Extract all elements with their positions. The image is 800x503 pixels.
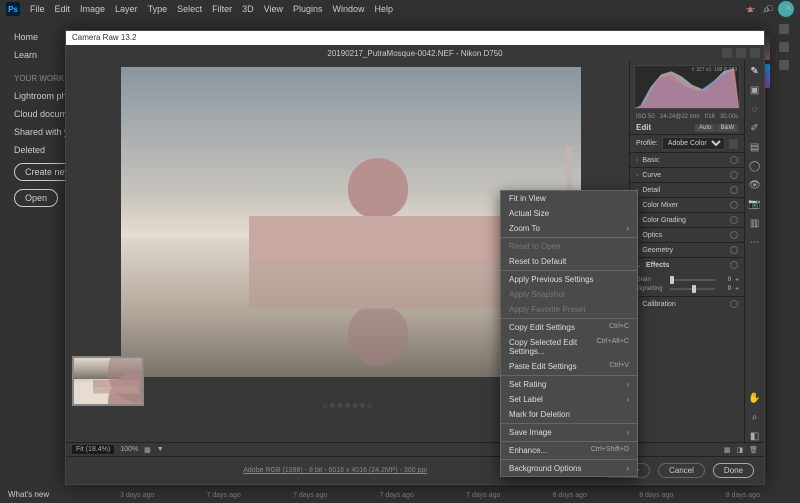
gear-icon[interactable] [736, 48, 746, 58]
menu-layer[interactable]: Layer [115, 4, 138, 14]
profile-label: Profile: [636, 140, 658, 147]
histogram[interactable]: f: 327 x1: 198 R:293 [634, 65, 740, 109]
grid-view-icon[interactable]: ▦ [724, 446, 731, 454]
menu-image[interactable]: Image [80, 4, 105, 14]
ctx-rating[interactable]: Set Rating› [501, 377, 637, 392]
acc-basic[interactable]: ›Basic [630, 152, 744, 167]
panel-icon[interactable] [779, 42, 789, 52]
vignette-slider[interactable] [670, 288, 715, 290]
ctx-zoomto[interactable]: Zoom To› [501, 221, 637, 236]
fullscreen-icon[interactable] [750, 48, 760, 58]
ctx-apply-prev[interactable]: Apply Previous Settings [501, 272, 637, 287]
acc-optics[interactable]: ›Optics [630, 227, 744, 242]
ctx-reset-default[interactable]: Reset to Default [501, 254, 637, 269]
ctx-copy[interactable]: Copy Edit SettingsCtrl+C [501, 320, 637, 335]
camera-raw-dialog: Camera Raw 13.2 20190217_PutraMosque-004… [65, 30, 765, 485]
close-icon[interactable]: ✕ [784, 3, 792, 14]
more-icon[interactable]: ⋯ [749, 236, 761, 248]
radial-tool-icon[interactable]: ◯ [749, 160, 761, 172]
acc-curve[interactable]: ›Curve [630, 167, 744, 182]
window-controls: — □ ✕ [738, 0, 800, 17]
toggle-tool-icon[interactable]: ◧ [749, 430, 761, 442]
grain-slider[interactable] [670, 279, 715, 281]
app-menubar: Ps File Edit Image Layer Type Select Fil… [0, 0, 800, 18]
maximize-icon[interactable]: □ [767, 3, 772, 14]
acc-geometry[interactable]: ›Geometry [630, 242, 744, 257]
profile-browser-icon[interactable] [729, 139, 738, 149]
acr-footer: Adobe RGB (1998) - 8 bit - 6016 x 4016 (… [66, 456, 764, 484]
ctx-mark-delete[interactable]: Mark for Deletion [501, 407, 637, 422]
trash-icon[interactable]: 🗑 [749, 446, 758, 454]
ctx-reset-open: Reset to Open [501, 239, 637, 254]
menu-plugins[interactable]: Plugins [293, 4, 323, 14]
edit-tool-icon[interactable]: ✎ [749, 65, 761, 77]
ctx-actual[interactable]: Actual Size [501, 206, 637, 221]
hand-tool-icon[interactable]: ✋ [749, 392, 761, 404]
menu-help[interactable]: Help [375, 4, 394, 14]
presets-icon[interactable]: ▥ [749, 217, 761, 229]
menu-window[interactable]: Window [333, 4, 365, 14]
minimize-icon[interactable]: — [746, 3, 755, 14]
grain-label: Grain [636, 277, 666, 283]
crop-tool-icon[interactable]: ▣ [749, 84, 761, 96]
open-button[interactable]: Open [14, 189, 58, 207]
menu-type[interactable]: Type [148, 4, 168, 14]
edit-panel: f: 327 x1: 198 R:293 ISO 5024-24@22 mmf/… [630, 61, 744, 442]
acr-toolstrip: ✎ ▣ ◌ ✐ ▤ ◯ 👁 📷 ▥ ⋯ ✋ ⌕ ◧ [744, 61, 764, 442]
menu-file[interactable]: File [30, 4, 45, 14]
filmstrip-thumb[interactable] [72, 356, 144, 406]
whats-new-link[interactable]: What's new [8, 490, 49, 499]
zoom-100[interactable]: 100% [120, 446, 138, 453]
acc-calibration[interactable]: ›Calibration [630, 296, 744, 311]
auto-button[interactable]: Auto [695, 124, 715, 132]
redeye-tool-icon[interactable]: 👁 [749, 179, 761, 191]
zoom-tool-icon[interactable]: ⌕ [749, 411, 761, 423]
fit-dropdown[interactable]: Fit (18.4%) [72, 445, 114, 454]
context-menu: Fit in View Actual Size Zoom To› Reset t… [500, 190, 638, 477]
filmstrip-toggle-icon[interactable]: ▦ [144, 446, 151, 454]
ctx-apply-fav: Apply Favorite Preset [501, 302, 637, 317]
brush-tool-icon[interactable]: ✐ [749, 122, 761, 134]
ctx-save[interactable]: Save Image› [501, 425, 637, 440]
ctx-label[interactable]: Set Label› [501, 392, 637, 407]
cancel-button[interactable]: Cancel [658, 463, 705, 478]
menu-3d[interactable]: 3D [242, 4, 254, 14]
gradient-tool-icon[interactable]: ▤ [749, 141, 761, 153]
recent-timeline: 3 days ago7 days ago7 days ago7 days ago… [120, 492, 760, 499]
filter-icon[interactable]: ▼ [157, 446, 164, 453]
acr-filename: 20190217_PutraMosque-0042.NEF - Nikon D7… [327, 49, 502, 58]
right-dock [768, 18, 800, 478]
acr-status-bar: Fit (18.4%) 100% ▦ ▼ ▦ ◨ 🗑 [66, 442, 764, 456]
ctx-enhance[interactable]: Enhance...Ctrl+Shift+D [501, 443, 637, 458]
ps-logo: Ps [6, 2, 20, 16]
done-button[interactable]: Done [713, 463, 754, 478]
profile-select[interactable]: Adobe Color [662, 137, 725, 150]
ctx-apply-snap: Apply Snapshot [501, 287, 637, 302]
acc-effects[interactable]: ⌄Effects [630, 257, 744, 272]
ctx-copy-sel[interactable]: Copy Selected Edit Settings...Ctrl+Alt+C [501, 335, 637, 359]
acc-colormixer[interactable]: ›Color Mixer [630, 197, 744, 212]
acr-file-header: 20190217_PutraMosque-0042.NEF - Nikon D7… [66, 45, 764, 61]
panel-icon[interactable] [779, 24, 789, 34]
acc-detail[interactable]: ›Detail [630, 182, 744, 197]
toggle-icon[interactable] [722, 48, 732, 58]
menu-edit[interactable]: Edit [55, 4, 71, 14]
ctx-paste[interactable]: Paste Edit SettingsCtrl+V [501, 359, 637, 374]
snapshot-tool-icon[interactable]: 📷 [749, 198, 761, 210]
ctx-fit[interactable]: Fit in View [501, 191, 637, 206]
acr-titlebar: Camera Raw 13.2 [66, 31, 764, 45]
rating-stars[interactable]: ⬦ ☆ ☆ ☆ ☆ ☆ ⬦ [323, 403, 372, 411]
exif-meta: ISO 5024-24@22 mmf/1630.00s [630, 113, 744, 121]
heal-tool-icon[interactable]: ◌ [749, 103, 761, 115]
menu-view[interactable]: View [264, 4, 283, 14]
panel-icon[interactable] [779, 60, 789, 70]
menu-select[interactable]: Select [177, 4, 202, 14]
menu-filter[interactable]: Filter [212, 4, 232, 14]
edit-label: Edit [636, 123, 651, 132]
acc-colorgrading[interactable]: ›Color Grading [630, 212, 744, 227]
ctx-bg-options[interactable]: Background Options› [501, 461, 637, 476]
bw-button[interactable]: B&W [716, 124, 738, 132]
vignette-label: Vignetting [636, 286, 666, 292]
compare-icon[interactable]: ◨ [736, 446, 743, 454]
